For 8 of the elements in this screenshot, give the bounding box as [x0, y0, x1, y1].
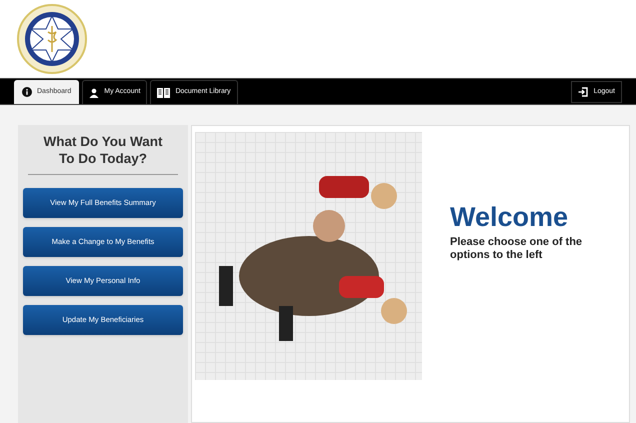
badge-logo: [16, 4, 88, 74]
info-icon: [22, 87, 32, 97]
welcome-message: Please choose one of the options to the left: [450, 236, 584, 262]
welcome-heading: Welcome: [450, 202, 570, 232]
sidebar-heading: What Do You Want To Do Today?: [42, 133, 164, 167]
user-icon: [89, 88, 100, 98]
logout-icon: [578, 87, 588, 97]
book-icon: [157, 88, 170, 98]
